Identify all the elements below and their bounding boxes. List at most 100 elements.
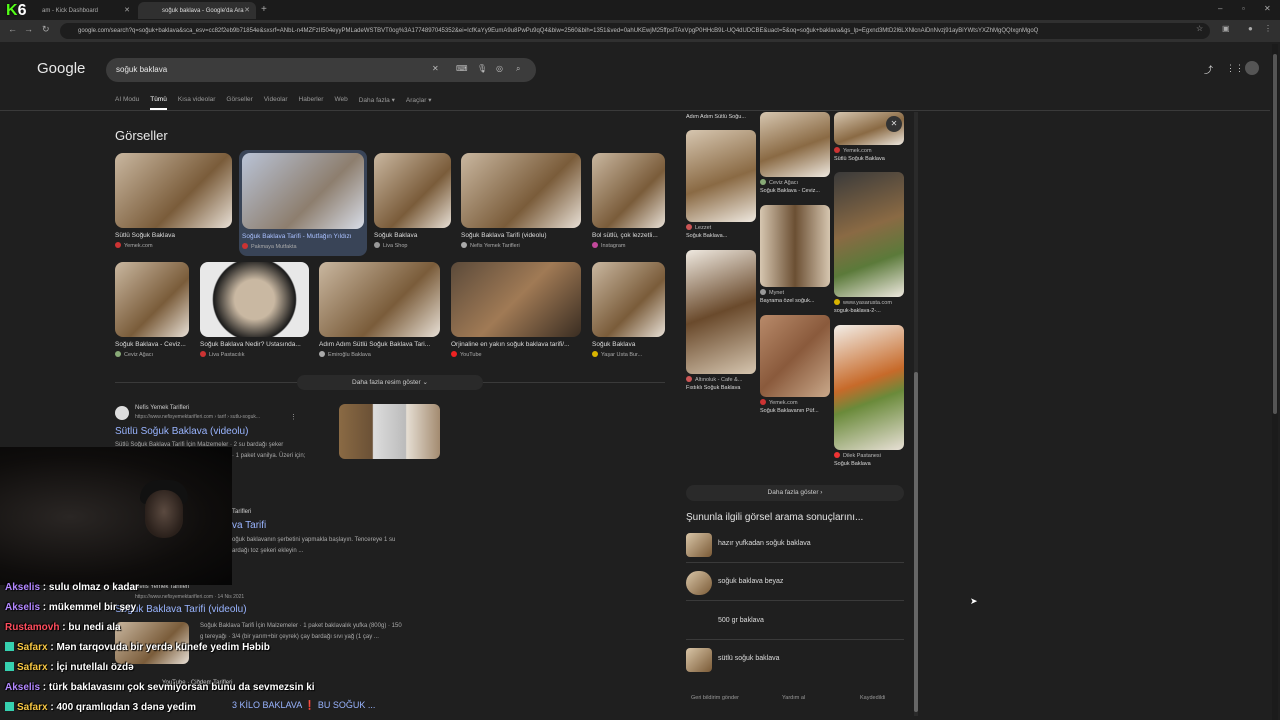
image-title[interactable]: Orjinaline en yakın soğuk baklava tarifi…	[451, 341, 581, 348]
image-thumbnail[interactable]	[592, 153, 665, 228]
related-label[interactable]: hazır yufkadan soğuk baklava	[718, 540, 811, 547]
close-window-icon[interactable]: ✕	[1264, 4, 1271, 13]
tab-web[interactable]: Web	[334, 96, 347, 110]
panel-image-item[interactable]: www.yasarusta.com soguk-baklava-2-...	[834, 172, 904, 314]
image-caption[interactable]: Soğuk Baklavanın Püf...	[760, 408, 830, 414]
image-caption[interactable]: Fıstıklı Soğuk Baklava	[686, 385, 756, 391]
result-title[interactable]: Sütlü Soğuk Baklava (videolu)	[115, 426, 248, 437]
result-url[interactable]: https://www.nefisyemektarifleri.com · 14…	[135, 594, 244, 600]
panel-image-item[interactable]: Adım Adım Sütlü Soğu...	[686, 104, 756, 120]
result-title[interactable]: va Tarifi	[232, 520, 266, 531]
feedback-link[interactable]: Geri bildirim gönder	[691, 695, 739, 701]
image-thumbnail[interactable]	[592, 262, 665, 337]
reload-icon[interactable]: ↻	[42, 24, 50, 35]
image-thumbnail[interactable]	[834, 172, 904, 297]
image-title[interactable]: Soğuk Baklava Nedir? Ustasında...	[200, 341, 309, 348]
panel-image-item[interactable]: Altınoluk - Cafe &... Fıstıklı Soğuk Bakl…	[686, 250, 756, 391]
image-result[interactable]: Orjinaline en yakın soğuk baklava tarifi…	[451, 262, 581, 358]
related-label[interactable]: 500 gr baklava	[718, 617, 764, 624]
tab-videos[interactable]: Videolar	[264, 96, 288, 110]
back-icon[interactable]: ←	[8, 24, 17, 34]
result-image-strip[interactable]	[339, 404, 440, 459]
panel-image-item[interactable]: Ceviz Ağacı Soğuk Baklava - Ceviz...	[760, 112, 830, 194]
clear-icon[interactable]: ✕	[432, 64, 439, 73]
google-logo[interactable]: Google	[37, 60, 85, 77]
apps-icon[interactable]: ⋮⋮	[1226, 63, 1244, 74]
close-icon[interactable]: ✕	[244, 6, 250, 14]
image-caption[interactable]: Adım Adım Sütlü Soğu...	[686, 114, 756, 120]
close-icon[interactable]: ✕	[886, 116, 902, 132]
image-thumbnail[interactable]	[319, 262, 440, 337]
lens-icon[interactable]: ◎	[496, 64, 503, 73]
image-title[interactable]: Soğuk Baklava	[374, 232, 451, 239]
tab-tools[interactable]: Araçlar ▾	[406, 96, 432, 110]
tab-ai-mode[interactable]: AI Modu	[115, 96, 139, 110]
image-thumbnail[interactable]	[115, 262, 189, 337]
image-thumbnail[interactable]	[115, 153, 232, 228]
related-search-item[interactable]: sütlü soğuk baklava	[686, 640, 904, 678]
scrollbar-thumb[interactable]	[914, 372, 918, 712]
result-title[interactable]: 3 KİLO BAKLAVA ❗ BU SOĞUK ...	[232, 700, 375, 711]
more-options-icon[interactable]: ⋮	[290, 413, 297, 421]
image-thumbnail[interactable]	[760, 315, 830, 397]
image-thumbnail[interactable]	[200, 262, 309, 337]
show-more-button[interactable]: Daha fazla göster ›	[686, 485, 904, 501]
tab-more[interactable]: Daha fazla ▾	[359, 96, 395, 110]
image-title[interactable]: Soğuk Baklava	[592, 341, 665, 348]
image-thumbnail[interactable]	[834, 325, 904, 450]
image-thumbnail[interactable]	[760, 205, 830, 287]
result-url[interactable]: https://www.nefisyemektarifleri.com › ta…	[135, 414, 260, 420]
avatar[interactable]	[1245, 61, 1259, 75]
mic-icon[interactable]: 🎙	[477, 64, 487, 73]
minimize-icon[interactable]: –	[1218, 4, 1222, 13]
image-thumbnail[interactable]	[760, 112, 830, 177]
image-result-highlighted[interactable]: Soğuk Baklava Tarifi - Mutfağın Yıldızı P…	[239, 150, 367, 256]
image-caption[interactable]: Soğuk Baklava...	[686, 233, 756, 239]
bookmark-star-icon[interactable]: ☆	[1196, 24, 1203, 33]
help-link[interactable]: Yardım al	[782, 695, 805, 701]
menu-icon[interactable]: ⋮	[1264, 24, 1272, 33]
image-caption[interactable]: Soğuk Baklava	[834, 461, 904, 467]
saved-link[interactable]: Kaydedildi	[860, 695, 885, 701]
tab-kick-dashboard[interactable]: am - Kick Dashboard ✕	[18, 2, 136, 19]
image-thumbnail[interactable]	[374, 153, 451, 228]
image-title[interactable]: Soğuk Baklava Tarifi - Mutfağın Yıldızı	[242, 233, 364, 240]
image-caption[interactable]: soguk-baklava-2-...	[834, 308, 904, 314]
image-thumbnail[interactable]	[686, 250, 756, 374]
panel-image-item[interactable]: Yemek.com Soğuk Baklavanın Püf...	[760, 315, 830, 414]
search-icon[interactable]: ⌕	[516, 64, 520, 74]
image-result[interactable]: Soğuk Baklava - Ceviz... Ceviz Ağacı	[115, 262, 189, 358]
panel-image-item[interactable]: Mynet Bayrama özel soğuk...	[760, 205, 830, 304]
panel-image-item[interactable]: Lezzet Soğuk Baklava...	[686, 130, 756, 239]
related-search-item[interactable]: hazır yufkadan soğuk baklava	[686, 525, 904, 563]
image-result[interactable]: Soğuk Baklava Liva Shop	[374, 153, 451, 249]
image-result[interactable]: Adım Adım Sütlü Soğuk Baklava Tari... Emi…	[319, 262, 440, 358]
profile-icon[interactable]: ●	[1248, 24, 1253, 33]
tab-all[interactable]: Tümü	[150, 96, 167, 110]
tab-short-videos[interactable]: Kısa videolar	[178, 96, 216, 110]
related-search-item[interactable]: soğuk baklava beyaz	[686, 563, 904, 601]
image-result[interactable]: Sütlü Soğuk Baklava Yemek.com	[115, 153, 232, 249]
more-images-button[interactable]: Daha fazla resim göster ⌄	[297, 375, 483, 390]
panel-image-item[interactable]: Dilek Pastanesi Soğuk Baklava	[834, 325, 904, 467]
scrollbar-thumb[interactable]	[1273, 54, 1277, 414]
image-result[interactable]: Soğuk Baklava Tarifi (videolu) Nefis Yeme…	[461, 153, 581, 249]
image-title[interactable]: Adım Adım Sütlü Soğuk Baklava Tari...	[319, 341, 440, 348]
image-thumbnail[interactable]	[686, 130, 756, 222]
related-label[interactable]: soğuk baklava beyaz	[718, 578, 783, 585]
tab-news[interactable]: Haberler	[299, 96, 324, 110]
share-icon[interactable]: ⤴	[1204, 63, 1213, 76]
image-caption[interactable]: Bayrama özel soğuk...	[760, 298, 830, 304]
tab-images[interactable]: Görseller	[226, 96, 252, 110]
image-result[interactable]: Soğuk Baklava Yaşar Usta Bur...	[592, 262, 665, 358]
keyboard-icon[interactable]: ⌨	[456, 64, 468, 73]
image-caption[interactable]: Soğuk Baklava - Ceviz...	[760, 188, 830, 194]
image-thumbnail[interactable]	[461, 153, 581, 228]
related-search-item[interactable]: 500 gr baklava	[686, 602, 904, 640]
image-title[interactable]: Bol sütlü, çok lezzetli...	[592, 232, 665, 239]
close-icon[interactable]: ✕	[124, 6, 130, 14]
image-result[interactable]: Soğuk Baklava Nedir? Ustasında... Liva Pa…	[200, 262, 309, 358]
panel-scrollbar[interactable]	[914, 112, 918, 716]
image-title[interactable]: Soğuk Baklava Tarifi (videolu)	[461, 232, 581, 239]
image-thumbnail[interactable]	[451, 262, 581, 337]
